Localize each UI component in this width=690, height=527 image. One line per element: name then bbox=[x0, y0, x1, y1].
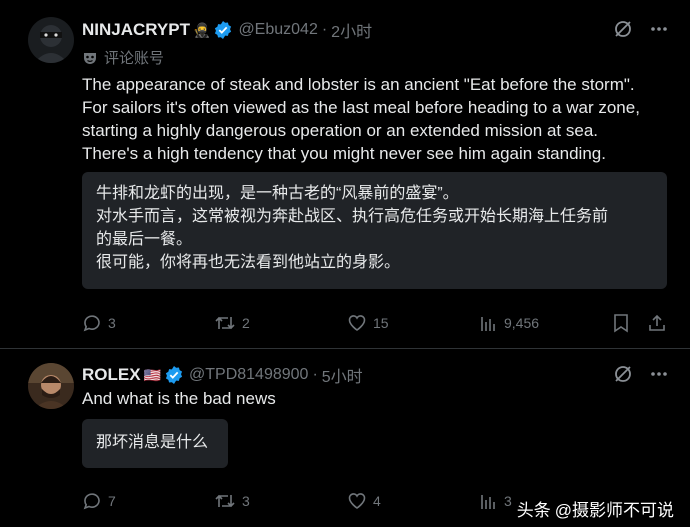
retweet-icon bbox=[215, 494, 235, 508]
translation-box: 牛排和龙虾的出现，是一种古老的“风暴前的盛宴”。 对水手而言，这常被视为奔赴战区… bbox=[82, 172, 667, 289]
heart-icon bbox=[348, 315, 366, 331]
avatar[interactable] bbox=[28, 17, 74, 63]
reply-icon bbox=[83, 315, 100, 332]
retweet-button[interactable]: 3 bbox=[214, 491, 250, 511]
reply-button[interactable]: 7 bbox=[82, 491, 116, 511]
tweet-text-line: And what is the bad news bbox=[82, 389, 276, 408]
views-button[interactable]: 9,456 bbox=[480, 314, 539, 332]
translation-line: 牛排和龙虾的出现，是一种古老的“风暴前的盛宴”。 bbox=[96, 185, 459, 202]
views-count: 9,456 bbox=[504, 315, 540, 331]
reply-button[interactable]: 3 bbox=[82, 313, 116, 333]
reply-count: 3 bbox=[108, 315, 116, 331]
like-count: 15 bbox=[373, 315, 389, 331]
tweet-text: The appearance of steak and lobster is a… bbox=[82, 73, 670, 165]
views-chart-icon bbox=[481, 317, 495, 331]
views-count: 3 bbox=[504, 493, 512, 509]
reply-count: 7 bbox=[108, 493, 116, 509]
timestamp[interactable]: 2小时 bbox=[331, 18, 372, 42]
retweet-button[interactable]: 2 bbox=[214, 313, 250, 333]
user-handle[interactable]: @TPD81498900 bbox=[189, 366, 308, 384]
separator-dot: · bbox=[312, 366, 318, 383]
tweet-text-line: starting a highly dangerous operation or… bbox=[82, 121, 598, 140]
account-label: 评论账号 bbox=[82, 47, 164, 68]
retweet-count: 2 bbox=[242, 315, 250, 331]
display-name[interactable]: NINJACRYPT bbox=[82, 20, 190, 40]
translation-line: 那坏消息是什么 bbox=[96, 434, 209, 451]
watermark: 头条 @摄影师不可说 bbox=[517, 496, 674, 521]
retweet-count: 3 bbox=[242, 493, 250, 509]
tweet-text: And what is the bad news bbox=[82, 387, 670, 410]
share-icon bbox=[649, 314, 665, 331]
views-chart-icon bbox=[481, 495, 495, 509]
tweet-text-line: There's a high tendency that you might n… bbox=[82, 144, 606, 163]
grok-icon[interactable] bbox=[612, 18, 634, 40]
tweet-header: NINJACRYPT 🥷 @Ebuz042 · 2小时 bbox=[82, 18, 372, 42]
grok-icon[interactable] bbox=[612, 363, 634, 385]
separator-dot: · bbox=[321, 21, 328, 38]
action-bar: 3 2 15 9,456 bbox=[82, 311, 670, 335]
retweet-icon bbox=[215, 316, 235, 330]
tweet-header: ROLEX 🇺🇸 @TPD81498900 · 5小时 bbox=[82, 363, 363, 387]
display-name[interactable]: ROLEX bbox=[82, 365, 141, 385]
more-options-icon[interactable] bbox=[648, 18, 670, 40]
translation-box: 那坏消息是什么 bbox=[82, 419, 228, 468]
bookmark-button[interactable] bbox=[612, 313, 630, 333]
tweet-text-line: The appearance of steak and lobster is a… bbox=[82, 75, 635, 94]
bookmark-icon bbox=[614, 314, 628, 333]
mask-icon bbox=[84, 52, 96, 64]
verified-badge-icon bbox=[215, 21, 232, 39]
translation-line: 对水手而言，这常被视为奔赴战区、执行高危任务或开始长期海上任务前 bbox=[96, 208, 609, 225]
more-options-icon[interactable] bbox=[648, 363, 670, 385]
share-button[interactable] bbox=[647, 313, 667, 333]
avatar[interactable] bbox=[28, 363, 74, 409]
watermark-account: @摄影师不可说 bbox=[554, 501, 674, 520]
tweet-text-line: For sailors it's often viewed as the las… bbox=[82, 98, 640, 117]
watermark-platform: 头条 bbox=[516, 501, 551, 520]
tweet-1[interactable]: NINJACRYPT 🥷 @Ebuz042 · 2小时 评论账号 The app… bbox=[0, 0, 690, 349]
timestamp[interactable]: 5小时 bbox=[322, 363, 363, 387]
user-handle[interactable]: @Ebuz042 bbox=[238, 21, 317, 39]
heart-icon bbox=[348, 493, 366, 509]
account-label-text: 评论账号 bbox=[104, 50, 165, 67]
like-button[interactable]: 4 bbox=[347, 491, 381, 511]
name-emoji: 🥷 bbox=[193, 21, 211, 38]
name-emoji: 🇺🇸 bbox=[143, 366, 161, 383]
translation-line: 的最后一餐。 bbox=[96, 231, 193, 248]
like-button[interactable]: 15 bbox=[347, 313, 389, 333]
verified-badge-icon bbox=[165, 366, 183, 384]
views-button[interactable]: 3 bbox=[480, 492, 512, 510]
like-count: 4 bbox=[373, 493, 381, 509]
translation-line: 很可能，你将再也无法看到他站立的身影。 bbox=[96, 254, 401, 271]
reply-icon bbox=[83, 493, 100, 510]
